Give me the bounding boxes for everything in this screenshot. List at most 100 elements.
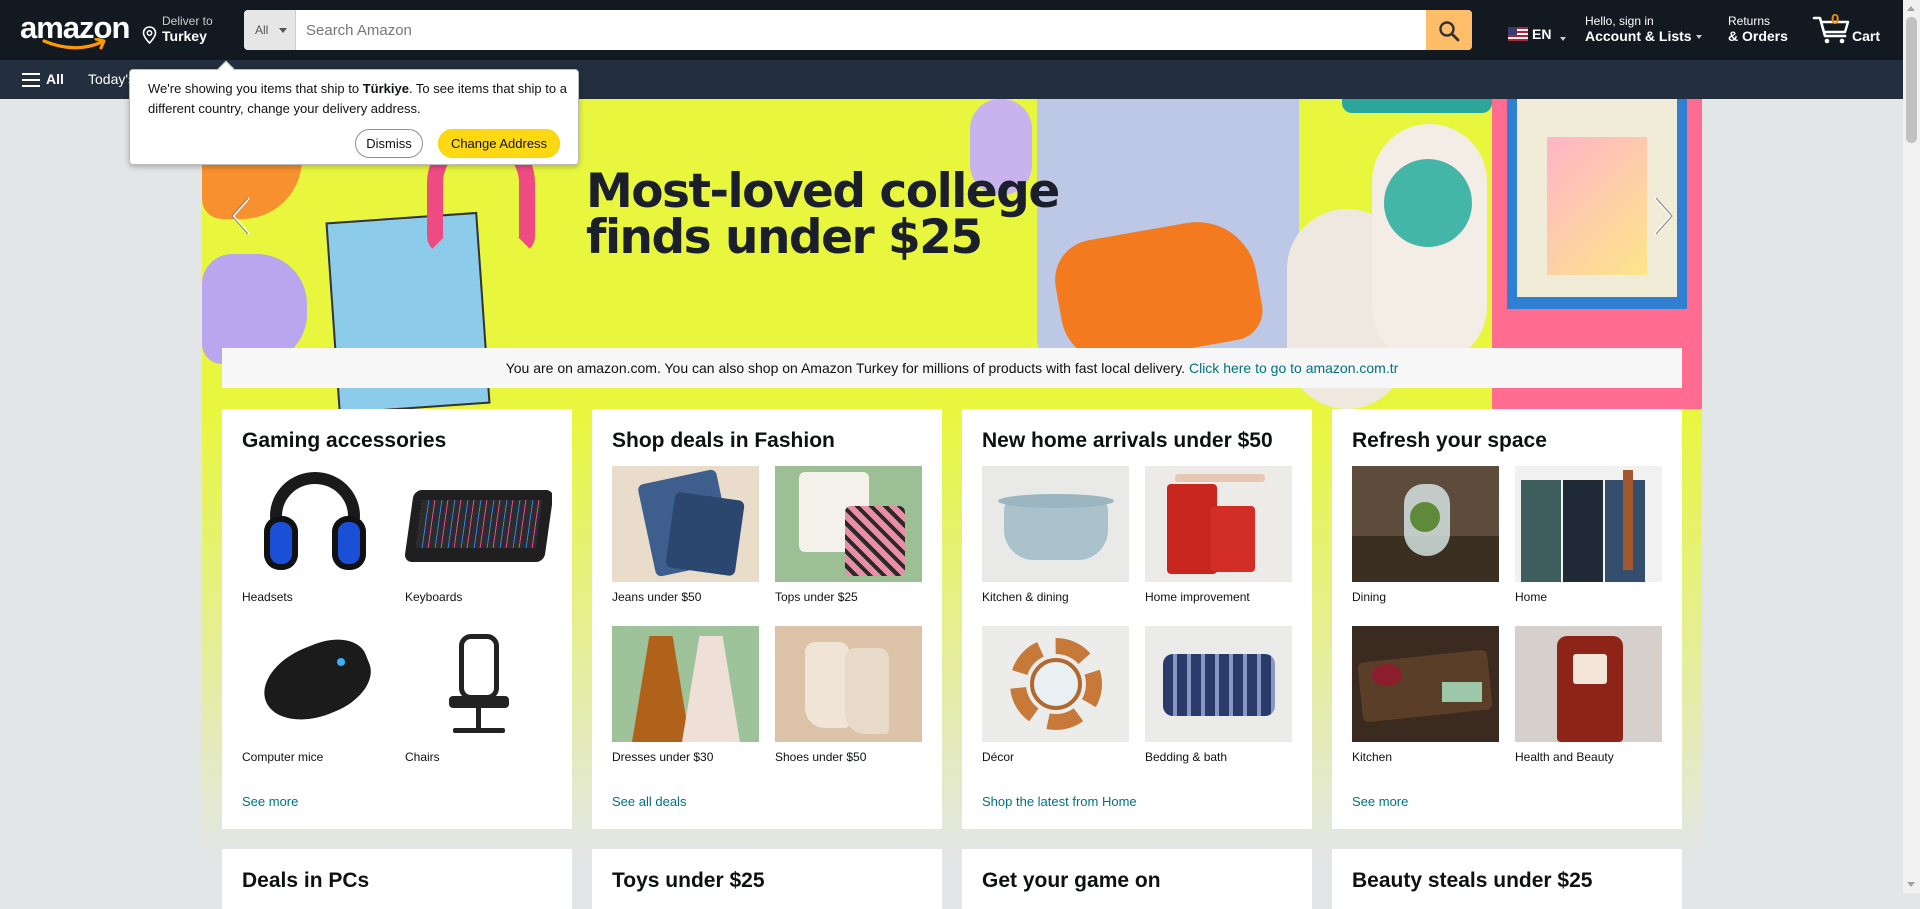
hero-title: Most-loved college finds under $25 bbox=[586, 164, 1060, 265]
card-title: Gaming accessories bbox=[242, 429, 447, 452]
card-title: New home arrivals under $50 bbox=[982, 429, 1273, 452]
dutch-oven-image bbox=[982, 466, 1129, 582]
caret-down-icon bbox=[1695, 35, 1702, 40]
cart-count: 0 bbox=[1831, 11, 1840, 28]
card-deals-in-pcs: Deals in PCs bbox=[222, 849, 572, 909]
top-navigation: amazon Deliver to Turkey All EN bbox=[0, 0, 1920, 60]
paint-cans-image bbox=[1145, 466, 1292, 582]
pillow-image bbox=[1145, 626, 1292, 742]
hero-decor-sunglasses bbox=[1342, 99, 1492, 113]
computer-mouse-image bbox=[242, 626, 389, 742]
todays-deals-link[interactable]: Today's bbox=[88, 71, 135, 87]
shoes-image bbox=[775, 626, 922, 742]
mirror-image bbox=[982, 626, 1129, 742]
cart-button[interactable]: 0 Cart bbox=[1812, 10, 1892, 50]
card-gaming-accessories: Gaming accessories Headsets Keyboards Co… bbox=[222, 409, 572, 829]
card-title: Refresh your space bbox=[1352, 429, 1547, 452]
dresses-image bbox=[612, 626, 759, 742]
gaming-chair-image bbox=[405, 626, 552, 742]
deliver-label: Deliver to bbox=[162, 14, 213, 28]
returns-label: Returns bbox=[1728, 14, 1771, 28]
card-title: Deals in PCs bbox=[242, 869, 370, 892]
card-title: Toys under $25 bbox=[612, 869, 765, 892]
account-label: Account & Lists bbox=[1585, 28, 1692, 44]
hero-title-line1: Most-loved college bbox=[586, 164, 1060, 219]
go-to-amazon-tr-link[interactable]: Click here to go to amazon.com.tr bbox=[1189, 360, 1398, 376]
headset-image bbox=[242, 466, 389, 582]
all-menu-label: All bbox=[46, 71, 64, 87]
tile-label: Kitchen & dining bbox=[982, 590, 1069, 604]
page-scrollbar[interactable] bbox=[1903, 0, 1920, 893]
change-address-button[interactable]: Change Address bbox=[438, 129, 560, 158]
card-fashion-deals: Shop deals in Fashion Jeans under $50 To… bbox=[592, 409, 942, 829]
logo-smile-icon bbox=[42, 38, 106, 50]
tile-label: Home bbox=[1515, 590, 1548, 604]
search-bar: All bbox=[244, 10, 1472, 50]
tops-image bbox=[775, 466, 922, 582]
card-title: Get your game on bbox=[982, 869, 1161, 892]
scroll-down-icon[interactable] bbox=[1907, 882, 1915, 887]
tile-label: Dresses under $30 bbox=[612, 750, 714, 764]
ship-country-notice: You are on amazon.com. You can also shop… bbox=[222, 348, 1682, 388]
card-title: Shop deals in Fashion bbox=[612, 429, 835, 452]
tile-label: Home improvement bbox=[1145, 590, 1250, 604]
deliver-location: Turkey bbox=[162, 28, 207, 44]
tile-label: Kitchen bbox=[1352, 750, 1393, 764]
card-beauty-steals: Beauty steals under $25 bbox=[1332, 849, 1682, 909]
tile-label: Health and Beauty bbox=[1515, 750, 1614, 764]
location-pin-icon bbox=[142, 26, 157, 44]
see-all-deals-link[interactable]: See all deals bbox=[612, 794, 686, 809]
dismiss-button[interactable]: Dismiss bbox=[355, 129, 423, 158]
card-game-on: Get your game on bbox=[962, 849, 1312, 909]
tile-label: Headsets bbox=[242, 590, 293, 604]
search-button[interactable] bbox=[1426, 10, 1472, 50]
scrollbar-thumb[interactable] bbox=[1906, 17, 1917, 143]
towels-image bbox=[1515, 466, 1662, 582]
hamburger-icon bbox=[22, 73, 40, 87]
ship-to-popover: We're showing you items that ship to Tür… bbox=[129, 60, 579, 165]
jeans-image bbox=[612, 466, 759, 582]
see-more-link[interactable]: See more bbox=[1352, 794, 1408, 809]
tile-label: Computer mice bbox=[242, 750, 324, 764]
card-home-arrivals: New home arrivals under $50 Kitchen & di… bbox=[962, 409, 1312, 829]
see-more-link[interactable]: See more bbox=[242, 794, 298, 809]
orders-label: & Orders bbox=[1728, 28, 1788, 44]
amazon-logo[interactable]: amazon bbox=[20, 12, 130, 50]
account-greeting: Hello, sign in bbox=[1585, 14, 1654, 28]
chevron-left-icon[interactable] bbox=[227, 194, 257, 238]
tile-label: Décor bbox=[982, 750, 1015, 764]
tile-label: Jeans under $50 bbox=[612, 590, 702, 604]
caret-down-icon bbox=[1560, 37, 1566, 41]
returns-and-orders[interactable]: Returns & Orders bbox=[1728, 14, 1788, 44]
tile-label: Shoes under $50 bbox=[775, 750, 867, 764]
kitchen-image bbox=[1352, 626, 1499, 742]
popover-msg-prefix: We're showing you items that ship to bbox=[148, 81, 363, 96]
account-and-lists[interactable]: Hello, sign in Account & Lists bbox=[1585, 14, 1702, 44]
chevron-right-icon[interactable] bbox=[1647, 194, 1677, 238]
search-icon bbox=[1439, 21, 1460, 42]
tile-label: Chairs bbox=[405, 750, 440, 764]
ship-notice-text: You are on amazon.com. You can also shop… bbox=[505, 360, 1189, 376]
tile-label: Tops under $25 bbox=[775, 590, 858, 604]
card-title: Beauty steals under $25 bbox=[1352, 869, 1593, 892]
card-toys: Toys under $25 bbox=[592, 849, 942, 909]
search-input[interactable] bbox=[296, 10, 1420, 50]
card-refresh-space: Refresh your space Dining Home Kitchen H… bbox=[1332, 409, 1682, 829]
search-category-value: All bbox=[255, 23, 269, 37]
language-code: EN bbox=[1532, 26, 1552, 42]
search-category-dropdown[interactable]: All bbox=[244, 10, 296, 50]
hero-title-line2: finds under $25 bbox=[586, 210, 983, 265]
cart-label: Cart bbox=[1852, 28, 1881, 44]
popover-country: Türkiye bbox=[362, 81, 409, 96]
dining-image bbox=[1352, 466, 1499, 582]
us-flag-icon bbox=[1508, 27, 1528, 41]
tile-label: Dining bbox=[1352, 590, 1387, 604]
shop-latest-home-link[interactable]: Shop the latest from Home bbox=[982, 794, 1137, 809]
hero-decor-pink-notebook bbox=[1547, 137, 1647, 275]
keyboard-image bbox=[405, 466, 552, 582]
scroll-up-icon[interactable] bbox=[1907, 6, 1915, 11]
beauty-bottle-image bbox=[1515, 626, 1662, 742]
tile-label: Keyboards bbox=[405, 590, 463, 604]
hero-decor-smiley bbox=[1384, 159, 1472, 247]
popover-message: We're showing you items that ship to Tür… bbox=[148, 79, 568, 119]
